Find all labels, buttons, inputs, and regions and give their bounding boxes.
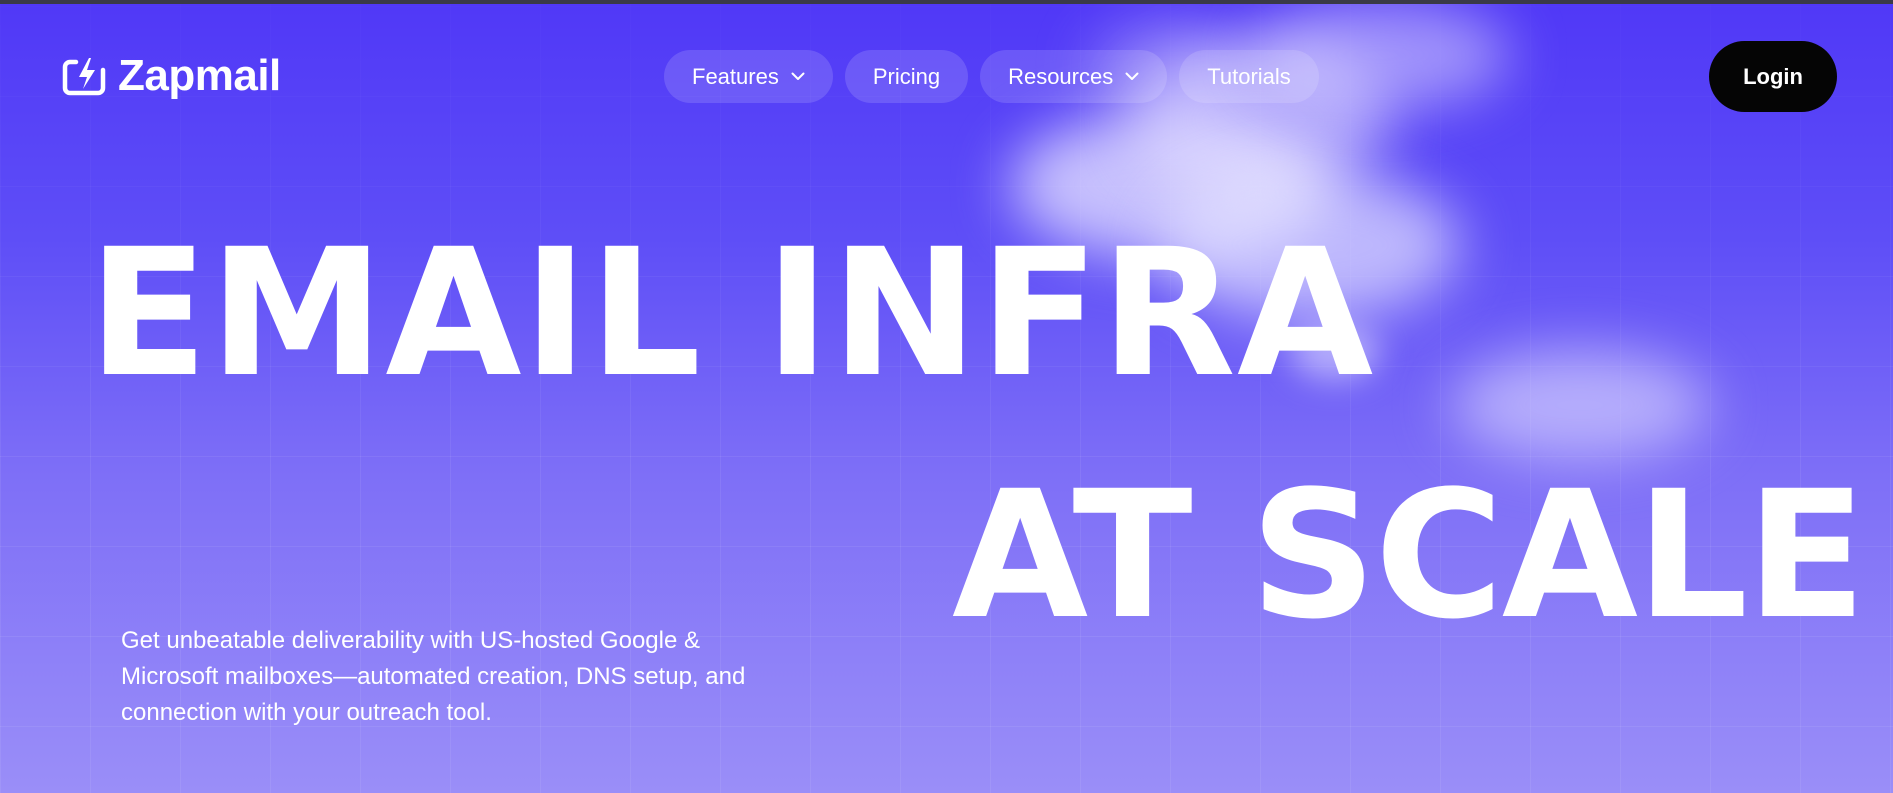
hero-headline-line-2: AT SCALE	[952, 453, 1866, 658]
nav-pricing-label: Pricing	[872, 63, 941, 89]
lightning-refresh-icon	[62, 56, 108, 96]
nav-resources-dropdown[interactable]: Resources	[980, 50, 1168, 103]
brand-name: Zapmail	[118, 51, 281, 100]
nav-features-label: Features	[692, 63, 779, 89]
nav-features-dropdown[interactable]: Features	[664, 50, 833, 103]
brand-logo[interactable]: Zapmail	[62, 54, 281, 98]
chevron-down-icon	[1125, 72, 1139, 81]
chevron-down-icon	[791, 72, 805, 81]
login-button[interactable]: Login	[1709, 41, 1837, 112]
nav-resources-label: Resources	[1008, 63, 1114, 89]
window-top-edge	[0, 0, 1893, 4]
cloud-decoration	[1450, 350, 1710, 460]
hero-section: Zapmail Features Pricing Resources Tutor…	[0, 0, 1893, 793]
nav-pricing-link[interactable]: Pricing	[844, 50, 969, 103]
nav-tutorials-link[interactable]: Tutorials	[1179, 50, 1319, 103]
hero-description: Get unbeatable deliverability with US-ho…	[121, 627, 746, 726]
main-nav: Features Pricing Resources Tutorials	[664, 50, 1319, 103]
hero-headline-line-1: EMAIL INFRA	[88, 211, 1375, 416]
nav-tutorials-label: Tutorials	[1207, 63, 1291, 89]
